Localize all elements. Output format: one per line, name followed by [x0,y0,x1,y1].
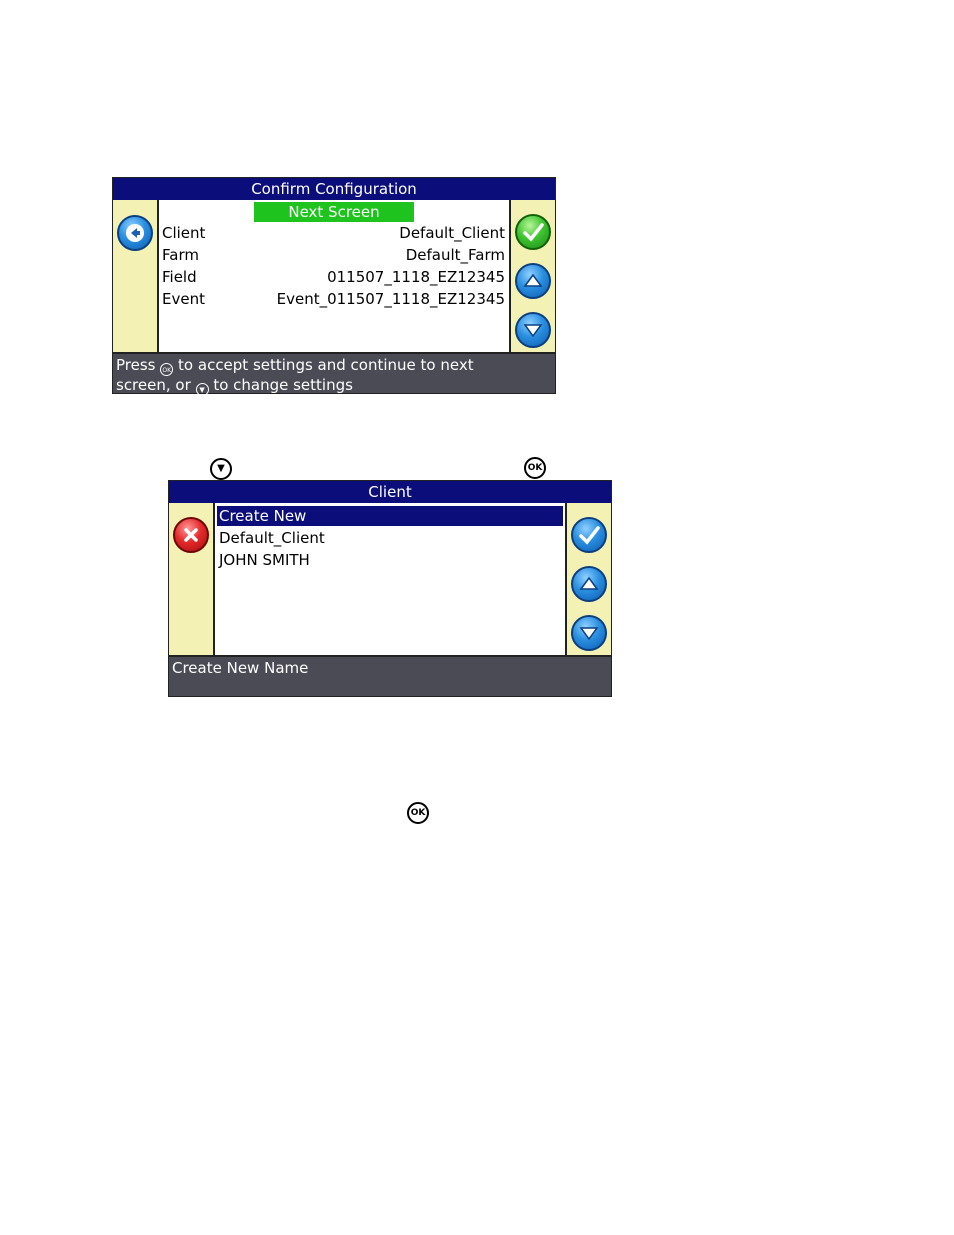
status-text: to change settings [213,376,353,394]
status-text: Press [116,356,156,374]
accept-button[interactable] [515,214,551,250]
confirm-configuration-screen: Confirm Configuration Next Screen Client… [112,177,556,396]
next-screen-button[interactable]: Next Screen [254,202,414,222]
status-text: screen, or [116,376,191,394]
scroll-up-button[interactable] [515,263,551,299]
down-key-icon: ▼ [210,458,232,480]
screen-title: Client [169,481,611,503]
status-bar: Press OK to accept settings and continue… [113,352,555,396]
row-value: 011507_1118_EZ12345 [327,268,505,286]
config-row-event[interactable]: Event Event_011507_1118_EZ12345 [162,288,505,310]
ok-key-icon: OK [407,802,429,824]
status-bar: Create New Name [169,655,611,696]
scroll-up-button[interactable] [571,566,607,602]
check-icon [523,223,544,242]
status-line-2: screen, or ▼ to change settings [116,376,552,396]
down-key-icon: ▼ [195,383,209,396]
back-arrow-icon [126,224,144,242]
config-row-farm[interactable]: Farm Default_Farm [162,244,505,266]
back-button[interactable] [117,215,153,251]
accept-button[interactable] [571,517,607,553]
row-label: Field [162,268,197,286]
ok-key-icon: OK [160,363,174,376]
close-x-icon [184,528,198,542]
scroll-down-button[interactable] [571,615,607,651]
client-screen: Client Create New Default_Client JOHN SM… [168,480,612,697]
down-arrow-icon [579,627,599,641]
status-text: to accept settings and continue to next [178,356,474,374]
screen-title: Confirm Configuration [113,178,555,200]
config-row-client[interactable]: Client Default_Client [162,222,505,244]
left-sidebar [169,503,215,657]
row-label: Event [162,290,205,308]
up-arrow-icon [523,273,543,287]
config-content: Next Screen Client Default_Client Farm D… [159,200,509,354]
row-value: Default_Client [399,224,505,242]
row-value: Event_011507_1118_EZ12345 [276,290,505,308]
row-value: Default_Farm [405,246,505,264]
status-text: Create New Name [172,659,309,677]
client-list: Create New Default_Client JOHN SMITH [215,503,565,657]
config-row-field[interactable]: Field 011507_1118_EZ12345 [162,266,505,288]
status-line-1: Press OK to accept settings and continue… [116,356,552,376]
cancel-button[interactable] [173,517,209,553]
list-item[interactable]: JOHN SMITH [217,550,563,570]
left-sidebar [113,200,159,354]
right-sidebar [509,200,555,354]
down-arrow-icon [523,324,543,338]
ok-key-icon: OK [524,457,546,479]
right-sidebar [565,503,611,657]
list-item[interactable]: Default_Client [217,528,563,548]
row-label: Client [162,224,206,242]
check-icon [579,526,600,545]
scroll-down-button[interactable] [515,312,551,348]
list-item[interactable]: Create New [217,506,563,526]
up-arrow-icon [579,576,599,590]
row-label: Farm [162,246,199,264]
